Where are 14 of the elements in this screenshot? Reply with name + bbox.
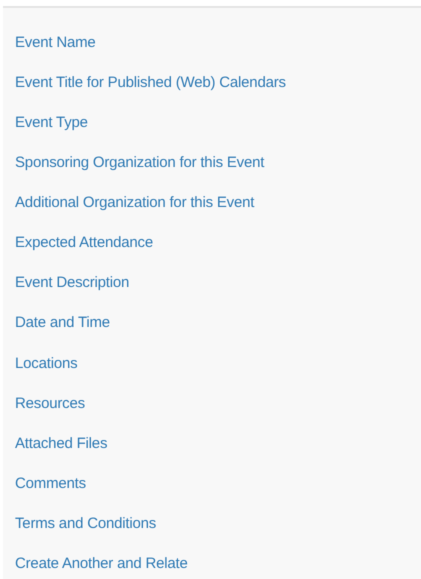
nav-link[interactable]: Attached Files	[15, 432, 108, 456]
nav-link[interactable]: Date and Time	[15, 312, 110, 335]
nav-link[interactable]: Event Type	[15, 112, 88, 134]
nav-link[interactable]: Comments	[15, 472, 86, 496]
nav-link[interactable]: Resources	[15, 392, 85, 416]
nav-link[interactable]: Locations	[15, 352, 78, 376]
nav-link[interactable]: Create Another and Relate	[15, 553, 188, 576]
nav-link[interactable]: Expected Attendance	[15, 232, 153, 255]
nav-link[interactable]: Sponsoring Organization for this Event	[15, 152, 264, 175]
nav-link[interactable]: Event Title for Published (Web) Calendars	[15, 72, 286, 94]
nav-link[interactable]: Event Name	[15, 32, 96, 54]
nav-link[interactable]: Terms and Conditions	[15, 512, 156, 536]
nav-link[interactable]: Additional Organization for this Event	[15, 192, 254, 215]
nav-link[interactable]: Event Description	[15, 272, 130, 295]
